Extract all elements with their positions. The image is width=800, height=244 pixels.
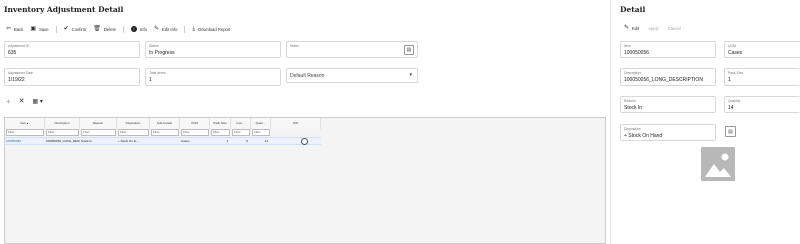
pane-divider <box>610 0 611 244</box>
table-cell: 100050056_LONG_DESCRIPTION <box>46 139 80 143</box>
table-cell: 1 <box>226 139 228 143</box>
table-cell <box>150 137 180 145</box>
disposition-notes-button[interactable]: ▤ <box>725 126 736 137</box>
column-header[interactable]: UOM <box>180 118 210 129</box>
column-filter-input[interactable]: Filter <box>6 129 44 136</box>
column-header[interactable]: Description <box>45 118 80 129</box>
column-header[interactable]: Inve... <box>231 118 251 129</box>
note-icon: ▤ <box>406 47 412 53</box>
pencil-icon: ✎ <box>154 26 160 32</box>
pencil-icon: ✎ <box>624 25 630 31</box>
column-filter-input[interactable]: Filter <box>46 129 79 136</box>
adjustment-id-field: Adjustment ID 635 <box>4 41 140 58</box>
edit-info-button[interactable]: ✎ Edit Info <box>154 26 177 32</box>
download-report-button[interactable]: ⤓ Download Report <box>192 26 230 32</box>
sort-asc-icon: ▲ <box>26 121 29 125</box>
table-cell: + Stock On H... <box>118 139 139 143</box>
detail-disposition-field: Disposition + Stock On Hand <box>620 124 716 141</box>
save-icon: ▣ <box>30 26 37 32</box>
note-icon: ▤ <box>728 128 733 135</box>
plus-icon[interactable]: + <box>6 98 11 106</box>
arrow-left-icon: ⇦ <box>6 26 12 32</box>
detail-item-field: Item 100050056 <box>620 41 716 58</box>
grid-toolbar: + ✕ ▦ ▾ <box>6 98 43 106</box>
table-cell: 14 <box>264 139 268 143</box>
detail-description-field: Description 100050056_LONG_DESCRIPTION <box>620 68 716 86</box>
check-circle-icon: ✔ <box>63 26 69 32</box>
notes-edit-button[interactable]: ▤ <box>404 45 414 55</box>
detail-reason-field: Reason Stock In <box>620 96 716 113</box>
column-filter-input[interactable]: Filter <box>181 129 209 136</box>
column-header[interactable]: SIN <box>271 118 321 129</box>
notes-field[interactable]: Notes ▤ <box>286 41 418 58</box>
table-cell <box>271 137 321 145</box>
save-button[interactable]: ▣ Save <box>30 26 48 32</box>
image-placeholder-glyph <box>705 153 731 177</box>
info-button[interactable]: i Info <box>131 26 147 32</box>
column-header[interactable]: Item ▲ <box>5 118 45 129</box>
detail-toolbar: ✎ Edit Apply Cancel <box>624 25 681 31</box>
close-icon[interactable]: ✕ <box>19 98 25 105</box>
image-placeholder-icon <box>701 147 735 181</box>
detail-title: Detail <box>620 5 646 14</box>
table-cell: 100050056 <box>6 139 22 143</box>
column-header[interactable]: Sub-bucket <box>150 118 180 129</box>
status-field: Status In Progress <box>145 41 281 58</box>
info-icon: i <box>131 26 137 32</box>
items-grid: Item ▲ Filter Description Filter Reason Filte… <box>4 117 606 244</box>
chevron-down-icon: ▾ <box>409 72 412 78</box>
column-filter-input[interactable]: Filter <box>252 129 270 136</box>
table-cell: Stock In <box>81 139 92 143</box>
toolbar-divider <box>123 25 124 33</box>
back-button[interactable]: ⇦ Back <box>6 26 23 32</box>
download-icon: ⤓ <box>192 26 196 32</box>
main-toolbar: ⇦ Back ▣ Save ✔ Confirm 🗑 Delete i Info … <box>6 24 230 34</box>
view-menu-icon[interactable]: ▦ ▾ <box>33 99 43 105</box>
cancel-button[interactable]: Cancel <box>668 26 681 31</box>
column-header[interactable]: Pack Size <box>210 118 231 129</box>
table-cell: Cases <box>181 139 190 143</box>
column-header[interactable]: Disposition <box>117 118 150 129</box>
column-filter-input[interactable]: Filter <box>81 129 116 136</box>
apply-button[interactable]: Apply <box>648 26 658 31</box>
toolbar-divider <box>55 25 57 33</box>
toolbar-divider <box>184 25 186 33</box>
delete-button[interactable]: 🗑 Delete <box>93 26 116 32</box>
detail-uom-field: UOM Cases <box>724 41 800 58</box>
confirm-button[interactable]: ✔ Confirm <box>64 26 87 32</box>
trash-icon: 🗑 <box>93 26 101 32</box>
default-reason-select[interactable]: Default Reason ▾ <box>286 68 418 83</box>
column-header[interactable]: Reason <box>80 118 117 129</box>
column-filter-input[interactable]: Filter <box>211 129 230 136</box>
row-select-radio[interactable] <box>301 137 308 145</box>
table-cell: 0 <box>246 139 248 143</box>
total-items-field: Total Items 1 <box>145 68 281 86</box>
page-title: Inventory Adjustment Detail <box>4 5 124 14</box>
edit-button[interactable]: ✎ Edit <box>624 25 639 31</box>
column-header[interactable]: Quan... <box>251 118 271 129</box>
column-filter-input[interactable]: Filter <box>118 129 149 136</box>
detail-quantity-field: Quantity 14 <box>724 96 800 113</box>
column-filter-input[interactable]: Filter <box>151 129 179 136</box>
column-filter-input[interactable]: Filter <box>232 129 250 136</box>
adjustment-date-field: Adjustment Date 1/19/22 <box>4 68 140 86</box>
detail-pack-size-field: Pack Size 1 <box>724 68 800 86</box>
